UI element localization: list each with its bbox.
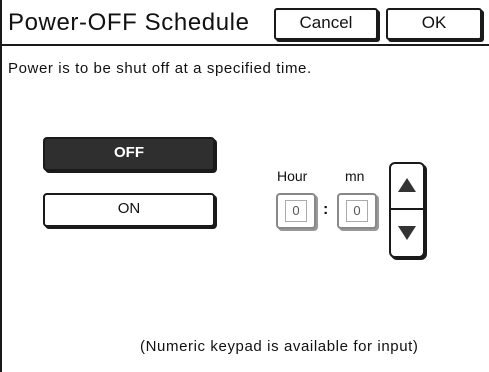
minute-label: mn	[345, 168, 365, 184]
header-bar: Power-OFF Schedule Cancel OK	[0, 0, 489, 46]
increment-button[interactable]	[391, 164, 423, 210]
off-button[interactable]: OFF	[43, 137, 215, 171]
left-border	[0, 0, 2, 372]
triangle-up-icon	[398, 178, 416, 192]
power-off-schedule-screen: Power-OFF Schedule Cancel OK Power is to…	[0, 0, 489, 372]
on-button[interactable]: ON	[43, 193, 215, 227]
minute-field[interactable]: 0	[337, 193, 377, 229]
minute-value: 0	[346, 200, 368, 222]
keypad-hint: (Numeric keypad is available for input)	[140, 338, 419, 355]
cancel-button[interactable]: Cancel	[274, 8, 378, 40]
page-title: Power-OFF Schedule	[8, 9, 250, 36]
value-stepper	[389, 162, 425, 258]
triangle-down-icon	[398, 226, 416, 240]
decrement-button[interactable]	[391, 210, 423, 256]
instruction-message: Power is to be shut off at a specified t…	[8, 60, 312, 77]
hour-value: 0	[285, 200, 307, 222]
hour-field[interactable]: 0	[276, 193, 316, 229]
hour-label: Hour	[277, 168, 308, 184]
ok-button[interactable]: OK	[386, 8, 482, 40]
time-separator: :	[323, 201, 329, 218]
